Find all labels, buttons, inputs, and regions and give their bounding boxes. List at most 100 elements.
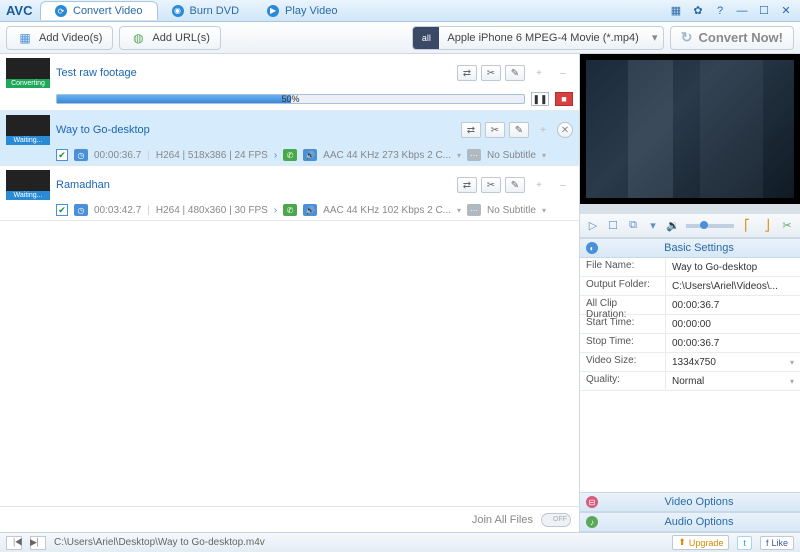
video-size-dropdown[interactable]: 1334x750 bbox=[666, 353, 800, 371]
status-badge: Converting bbox=[6, 79, 50, 88]
facebook-like-button[interactable]: fLike bbox=[760, 536, 794, 550]
phone-icon: ✆ bbox=[283, 149, 297, 161]
right-panel: ▷ ☐ ⧉ ▾ 🔉 ⎡ ⎦ ✂ ◐Basic Settings File Nam… bbox=[580, 54, 800, 532]
cut-icon[interactable]: ✂ bbox=[481, 65, 501, 81]
output-profile-dropdown[interactable]: all Apple iPhone 6 MPEG-4 Movie (*.mp4) … bbox=[412, 26, 663, 50]
volume-icon[interactable]: 🔉 bbox=[666, 219, 680, 233]
cut-icon[interactable]: ✂ bbox=[481, 177, 501, 193]
filename-field[interactable]: Way to Go-desktop bbox=[666, 258, 800, 276]
cut-icon[interactable]: ✂ bbox=[485, 122, 505, 138]
chevron-down-icon[interactable]: ▾ bbox=[457, 206, 461, 215]
prop-key: Quality: bbox=[580, 372, 666, 390]
audio-options-header[interactable]: ♪Audio Options bbox=[580, 512, 800, 532]
quality-dropdown[interactable]: Normal bbox=[666, 372, 800, 390]
chevron-down-icon[interactable]: ▾ bbox=[457, 151, 461, 160]
refresh-icon: ⟳ bbox=[55, 5, 67, 17]
globe-plus-icon: ◍ bbox=[130, 30, 146, 46]
output-folder-field[interactable]: C:\Users\Ariel\Videos\... bbox=[666, 277, 800, 295]
video-options-header[interactable]: ⊟ Video Options bbox=[580, 492, 800, 512]
dash-icon[interactable]: – bbox=[553, 65, 573, 81]
wand-icon[interactable]: ✎ bbox=[505, 65, 525, 81]
phone-icon: ✆ bbox=[283, 204, 297, 216]
add-url-button[interactable]: ◍Add URL(s) bbox=[119, 26, 220, 50]
wand-icon[interactable]: ✎ bbox=[509, 122, 529, 138]
marker-end-icon[interactable]: ⎦ bbox=[760, 219, 774, 233]
thumbnail: Converting bbox=[6, 58, 50, 88]
convert-now-button[interactable]: ↻ Convert Now! bbox=[670, 26, 794, 50]
prev-file-button[interactable]: ⎹◀ bbox=[6, 536, 22, 550]
list-item[interactable]: Converting Test raw footage ⇄ ✂ ✎ + – 50… bbox=[0, 54, 579, 111]
subtitle-icon: ⋯ bbox=[467, 204, 481, 216]
video-codec: H264 | 480x360 | 30 FPS bbox=[156, 205, 268, 216]
swap-icon[interactable]: ⇄ bbox=[461, 122, 481, 138]
item-details: ✔ ◷ 00:00:36.7 | H264 | 518x386 | 24 FPS… bbox=[56, 149, 573, 161]
chevron-down-icon[interactable]: ▾ bbox=[646, 219, 660, 233]
swap-icon[interactable]: ⇄ bbox=[457, 177, 477, 193]
minimize-icon[interactable]: — bbox=[734, 4, 750, 18]
globe-icon: ◐ bbox=[586, 242, 598, 254]
video-icon: ⊟ bbox=[586, 496, 598, 508]
tab-burn[interactable]: ◉Burn DVD bbox=[158, 1, 254, 20]
gear-icon[interactable]: ✿ bbox=[690, 4, 706, 18]
refresh-icon: ↻ bbox=[681, 29, 693, 46]
play-icon: ▶ bbox=[267, 5, 279, 17]
checkbox[interactable]: ✔ bbox=[56, 204, 68, 216]
film-plus-icon: ▦ bbox=[17, 30, 33, 46]
dash-icon[interactable]: – bbox=[553, 177, 573, 193]
next-file-button[interactable]: ▶⎸ bbox=[30, 536, 46, 550]
profile-text: Apple iPhone 6 MPEG-4 Movie (*.mp4) bbox=[439, 32, 646, 44]
swap-icon[interactable]: ⇄ bbox=[457, 65, 477, 81]
tab-play[interactable]: ▶Play Video bbox=[253, 1, 351, 20]
list-item[interactable]: Waiting... Way to Go-desktop ⇄ ✂ ✎ + ✕ ✔… bbox=[0, 111, 579, 166]
play-icon[interactable]: ▷ bbox=[586, 219, 600, 233]
subtitle-text: No Subtitle bbox=[487, 150, 536, 161]
maximize-icon[interactable]: ☐ bbox=[756, 4, 772, 18]
add-video-button[interactable]: ▦Add Video(s) bbox=[6, 26, 113, 50]
audio-info: AAC 44 KHz 273 Kbps 2 C... bbox=[323, 150, 451, 161]
chevron-down-icon: ▾ bbox=[647, 31, 663, 44]
start-time-field[interactable]: 00:00:00 bbox=[666, 315, 800, 333]
stop-button[interactable]: ■ bbox=[555, 92, 573, 106]
twitter-button[interactable]: t bbox=[737, 536, 752, 550]
progress-bar: 50% bbox=[56, 94, 525, 104]
pause-button[interactable]: ❚❚ bbox=[531, 92, 549, 106]
tab-convert[interactable]: ⟳Convert Video bbox=[40, 1, 158, 20]
scissors-icon[interactable]: ✂ bbox=[780, 219, 794, 233]
prop-key: Video Size: bbox=[580, 353, 666, 371]
preview-frame bbox=[586, 60, 794, 198]
disc-icon: ◉ bbox=[172, 5, 184, 17]
volume-slider[interactable] bbox=[686, 224, 734, 228]
checkbox[interactable]: ✔ bbox=[56, 149, 68, 161]
profile-badge: all bbox=[413, 27, 439, 49]
chevron-down-icon[interactable]: ▾ bbox=[542, 206, 546, 215]
chevron-right-icon[interactable]: › bbox=[274, 150, 277, 161]
upgrade-button[interactable]: ⬆Upgrade bbox=[672, 535, 729, 550]
marker-start-icon[interactable]: ⎡ bbox=[740, 219, 754, 233]
list-item[interactable]: Waiting... Ramadhan ⇄ ✂ ✎ + – ✔ ◷ 00:03:… bbox=[0, 166, 579, 221]
preview-scrubber[interactable] bbox=[580, 204, 800, 214]
item-title: Ramadhan bbox=[56, 179, 451, 191]
wand-icon[interactable]: ✎ bbox=[505, 177, 525, 193]
join-toggle[interactable]: OFF bbox=[541, 513, 571, 527]
remove-icon[interactable]: ✕ bbox=[557, 122, 573, 138]
camera-icon[interactable]: ⧉ bbox=[626, 219, 640, 233]
prop-key: Output Folder: bbox=[580, 277, 666, 295]
stop-time-field[interactable]: 00:00:36.7 bbox=[666, 334, 800, 352]
chevron-right-icon[interactable]: › bbox=[274, 205, 277, 216]
chevron-down-icon[interactable]: ▾ bbox=[542, 151, 546, 160]
help-icon[interactable]: ? bbox=[712, 4, 728, 18]
prop-key: Start Time: bbox=[580, 315, 666, 333]
grid-icon[interactable]: ▦ bbox=[668, 4, 684, 18]
preview-area[interactable] bbox=[580, 54, 800, 204]
basic-settings-header[interactable]: ◐Basic Settings bbox=[580, 238, 800, 258]
main-area: Converting Test raw footage ⇄ ✂ ✎ + – 50… bbox=[0, 54, 800, 532]
section-label: Video Options bbox=[604, 496, 794, 508]
stop-icon[interactable]: ☐ bbox=[606, 219, 620, 233]
badge-label: Upgrade bbox=[689, 538, 724, 548]
close-icon[interactable]: ✕ bbox=[778, 4, 794, 18]
plus-icon[interactable]: + bbox=[529, 177, 549, 193]
plus-icon[interactable]: + bbox=[529, 65, 549, 81]
plus-icon[interactable]: + bbox=[533, 122, 553, 138]
file-list: Converting Test raw footage ⇄ ✂ ✎ + – 50… bbox=[0, 54, 579, 506]
button-label: Convert Now! bbox=[699, 30, 784, 45]
